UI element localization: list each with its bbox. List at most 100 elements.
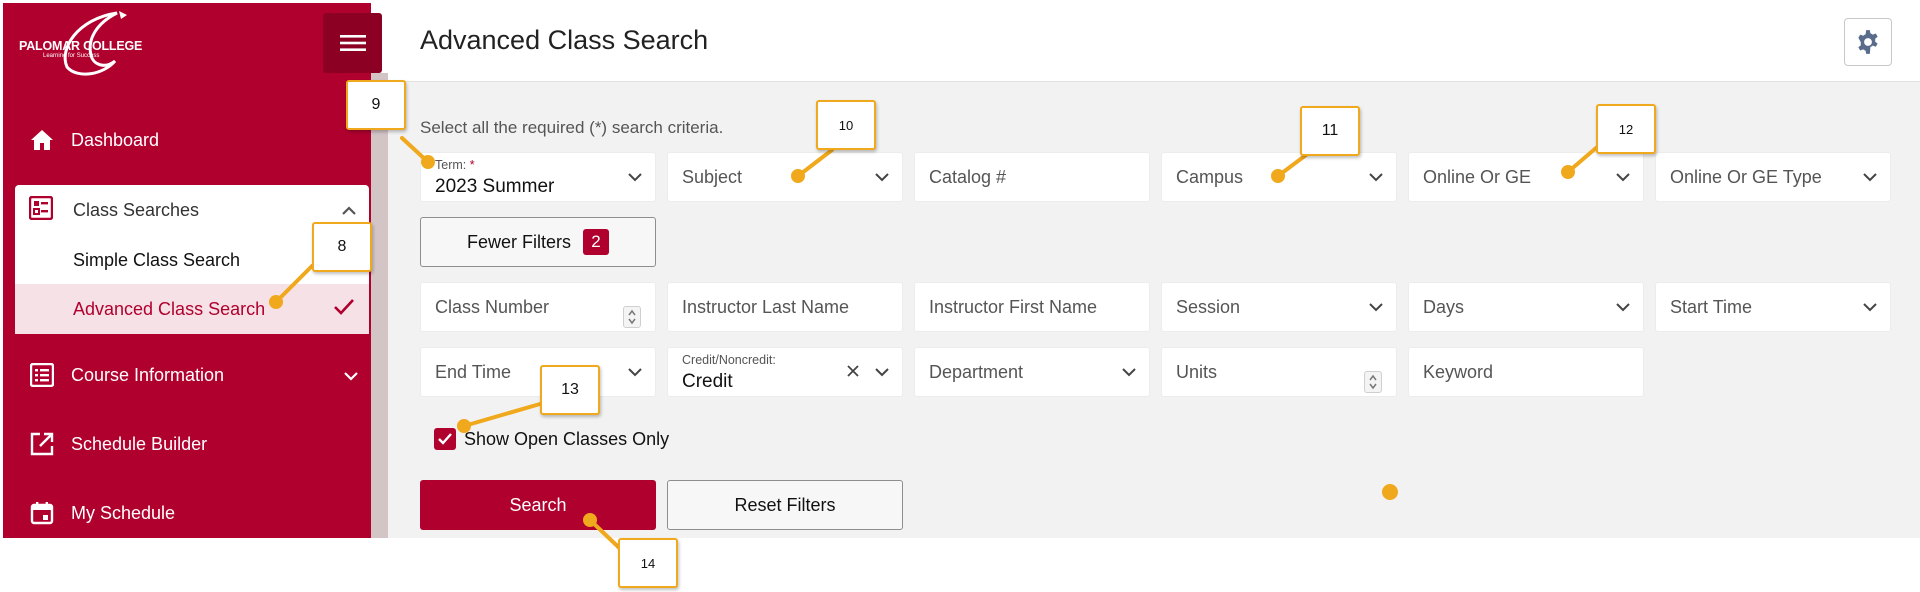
online-ge-type-select[interactable]: Online Or GE Type — [1655, 152, 1891, 202]
end-time-placeholder: End Time — [435, 362, 512, 382]
sidebar-scrollbar[interactable] — [371, 73, 388, 538]
online-ge-type-placeholder: Online Or GE Type — [1670, 167, 1822, 187]
term-label: Term: * — [435, 158, 475, 172]
chevron-down-icon — [343, 365, 359, 386]
chevron-down-icon — [1368, 169, 1384, 187]
units-input[interactable]: Units — [1161, 347, 1397, 397]
keyword-placeholder: Keyword — [1423, 362, 1494, 382]
open-classes-checkbox[interactable] — [434, 428, 456, 450]
chevron-down-icon — [874, 364, 890, 382]
days-select[interactable]: Days — [1408, 282, 1644, 332]
list-search-icon — [28, 195, 54, 225]
chevron-down-icon — [874, 169, 890, 187]
sidebar-item-dashboard[interactable]: Dashboard — [3, 110, 371, 170]
instructor-first-placeholder: Instructor First Name — [929, 297, 1098, 317]
logo-subtext: Learning for Success — [43, 53, 100, 59]
fewer-filters-label: Fewer Filters — [466, 231, 571, 252]
chevron-down-icon — [1615, 169, 1631, 187]
instructor-last-name-input[interactable]: Instructor Last Name — [667, 282, 903, 332]
callout-9: 9 — [346, 80, 406, 130]
filter-count-badge: 2 — [583, 229, 609, 255]
chevron-down-icon — [1121, 364, 1137, 382]
session-placeholder: Session — [1176, 297, 1241, 317]
chevron-down-icon — [1368, 299, 1384, 317]
sidebar-item-advanced-class-search[interactable]: Advanced Class Search — [15, 284, 369, 334]
instructor-last-placeholder: Instructor Last Name — [682, 297, 850, 317]
sidebar-item-my-schedule[interactable]: My Schedule — [3, 483, 371, 538]
settings-button[interactable] — [1844, 18, 1892, 66]
credit-value: Credit — [682, 371, 733, 392]
list-icon — [29, 362, 55, 388]
online-ge-select[interactable]: Online Or GE — [1408, 152, 1644, 202]
external-link-icon — [29, 431, 55, 457]
end-time-select[interactable]: End Time — [420, 347, 656, 397]
start-time-select[interactable]: Start Time — [1655, 282, 1891, 332]
subject-placeholder: Subject — [682, 167, 743, 187]
term-select[interactable]: Term: * 2023 Summer — [420, 152, 656, 202]
sidebar-item-label: Dashboard — [71, 129, 160, 150]
menu-toggle-button[interactable] — [323, 13, 382, 73]
open-classes-only-toggle[interactable]: Show Open Classes Only — [434, 428, 669, 450]
open-classes-label: Show Open Classes Only — [464, 428, 670, 449]
hamburger-icon — [339, 35, 366, 51]
app-window: PALOMAR COLLEGE Learning for Success Das… — [0, 0, 1920, 538]
chevron-down-icon — [627, 364, 643, 382]
chevron-down-icon — [1862, 169, 1878, 187]
catalog-number-input[interactable]: Catalog # — [914, 152, 1150, 202]
search-form: Select all the required (*) search crite… — [388, 82, 1920, 538]
sidebar-item-schedule-builder[interactable]: Schedule Builder — [3, 414, 371, 474]
callout-12: 12 — [1596, 104, 1656, 154]
callout-10: 10 — [816, 100, 876, 150]
college-logo[interactable]: PALOMAR COLLEGE Learning for Success — [17, 9, 167, 81]
gear-icon — [1858, 30, 1878, 54]
term-value: 2023 Summer — [435, 176, 555, 197]
campus-placeholder: Campus — [1176, 167, 1244, 187]
credit-label: Credit/Noncredit: — [682, 353, 776, 367]
campus-select[interactable]: Campus — [1161, 152, 1397, 202]
start-time-placeholder: Start Time — [1670, 297, 1753, 317]
home-icon — [29, 127, 55, 153]
sidebar-item-label: Advanced Class Search — [73, 298, 266, 319]
class-number-placeholder: Class Number — [435, 297, 550, 317]
page-header: Advanced Class Search — [388, 0, 1920, 82]
sidebar-item-label: My Schedule — [71, 502, 176, 523]
sidebar-item-course-information[interactable]: Course Information — [3, 345, 371, 405]
class-number-input[interactable]: Class Number — [420, 282, 656, 332]
page-title: Advanced Class Search — [420, 25, 709, 55]
spinner-arrows-icon — [1369, 374, 1377, 390]
checkmark-icon — [438, 433, 452, 445]
chevron-down-icon — [1862, 299, 1878, 317]
session-select[interactable]: Session — [1161, 282, 1397, 332]
sidebar-item-label: Course Information — [71, 364, 225, 385]
department-select[interactable]: Department — [914, 347, 1150, 397]
clear-icon[interactable] — [846, 364, 860, 383]
sidebar-item-label: Class Searches — [73, 199, 200, 220]
callout-14: 14 — [618, 538, 678, 588]
reset-filters-button[interactable]: Reset Filters — [667, 480, 903, 530]
chevron-down-icon — [1615, 299, 1631, 317]
chevron-down-icon — [627, 169, 643, 187]
subject-select[interactable]: Subject — [667, 152, 903, 202]
spinner-arrows-icon — [628, 309, 636, 325]
calendar-icon — [29, 500, 55, 526]
keyword-input[interactable]: Keyword — [1408, 347, 1644, 397]
online-ge-placeholder: Online Or GE — [1423, 167, 1532, 187]
callout-8: 8 — [312, 222, 372, 272]
fewer-filters-button[interactable]: Fewer Filters 2 — [420, 217, 656, 267]
number-spinner[interactable] — [623, 306, 641, 328]
credit-noncredit-select[interactable]: Credit/Noncredit: Credit — [667, 347, 903, 397]
chevron-up-icon — [341, 200, 357, 221]
instructor-first-name-input[interactable]: Instructor First Name — [914, 282, 1150, 332]
days-placeholder: Days — [1423, 297, 1465, 317]
number-spinner[interactable] — [1364, 371, 1382, 393]
sidebar-item-label: Simple Class Search — [73, 249, 241, 270]
sidebar-item-label: Schedule Builder — [71, 433, 208, 454]
catalog-placeholder: Catalog # — [929, 167, 1007, 187]
logo-text: PALOMAR COLLEGE — [19, 39, 143, 53]
callout-13: 13 — [540, 365, 600, 415]
search-button[interactable]: Search — [420, 480, 656, 530]
callout-11: 11 — [1300, 106, 1360, 156]
checkmark-icon — [333, 298, 355, 321]
department-placeholder: Department — [929, 362, 1024, 382]
units-placeholder: Units — [1176, 362, 1218, 382]
